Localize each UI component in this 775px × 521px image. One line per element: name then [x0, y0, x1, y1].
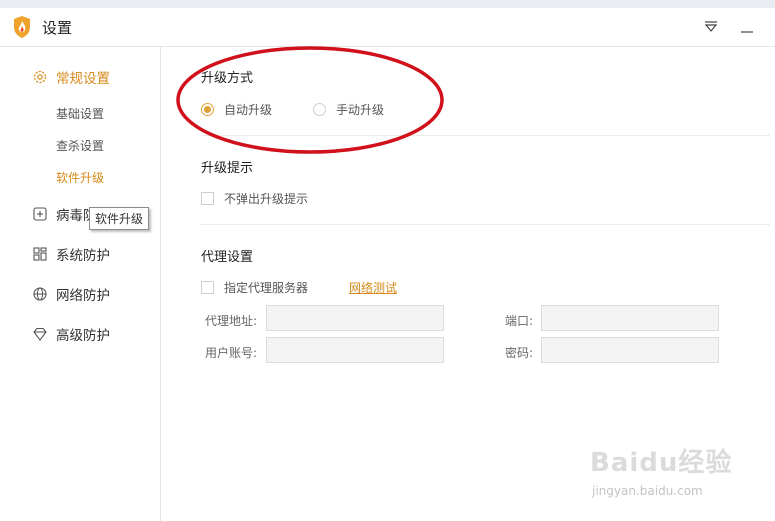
watermark-text: Baidu经验: [590, 448, 733, 478]
window-title: 设置: [42, 19, 73, 37]
port-input[interactable]: [541, 305, 719, 331]
sidebar-item-virus[interactable]: 病毒防: [32, 203, 97, 225]
proxy-address-input[interactable]: [266, 305, 444, 331]
sidebar: 常规设置 基础设置 查杀设置 软件升级 病毒防 系统防护 网络防护 高级防护: [0, 47, 161, 521]
use-proxy-label: 指定代理服务器: [224, 281, 309, 295]
sidebar-item-label: 高级防护: [56, 328, 110, 344]
upgrade-mode-title: 升级方式: [201, 71, 254, 86]
checkbox-box: [201, 281, 214, 294]
user-account-label: 用户账号:: [205, 346, 258, 360]
use-proxy-checkbox[interactable]: 指定代理服务器: [201, 279, 308, 296]
tooltip: 软件升级: [89, 207, 150, 230]
user-account-input[interactable]: [266, 337, 444, 363]
password-label: 密码:: [505, 346, 534, 360]
flame-shield-logo-icon: [14, 16, 30, 38]
sidebar-item-network[interactable]: 网络防护: [32, 283, 110, 305]
globe-icon: [33, 287, 47, 301]
upgrade-notice-title: 升级提示: [201, 161, 254, 176]
watermark-subtext: jingyan.baidu.com: [592, 484, 703, 498]
diamond-icon: [33, 327, 47, 341]
manual-upgrade-label: 手动升级: [336, 103, 385, 117]
proxy-title: 代理设置: [201, 250, 254, 265]
sidebar-item-label: 常规设置: [56, 71, 110, 87]
sidebar-item-label: 系统防护: [56, 248, 110, 264]
sidebar-sub-basic[interactable]: 基础设置: [56, 105, 104, 122]
menu-icon[interactable]: [701, 17, 721, 37]
network-test-link[interactable]: 网络测试: [349, 279, 397, 296]
manual-upgrade-radio[interactable]: 手动升级: [313, 101, 384, 118]
sidebar-item-label: 网络防护: [56, 288, 110, 304]
title-bar: 设置: [0, 8, 775, 47]
gear-icon: [33, 70, 47, 84]
sidebar-item-advanced[interactable]: 高级防护: [32, 323, 110, 345]
annotation-ellipse: [176, 46, 444, 154]
auto-upgrade-radio[interactable]: 自动升级: [201, 101, 272, 118]
divider: [201, 135, 770, 136]
checkbox-box: [201, 192, 214, 205]
no-popup-checkbox[interactable]: 不弹出升级提示: [201, 190, 308, 207]
sidebar-sub-upgrade[interactable]: 软件升级: [56, 169, 104, 186]
radio-dot: [313, 103, 326, 116]
sidebar-item-system[interactable]: 系统防护: [32, 243, 110, 265]
sidebar-sub-scan[interactable]: 查杀设置: [56, 137, 104, 154]
radio-dot: [201, 103, 214, 116]
watermark: Baidu经验 jingyan.baidu.com: [590, 436, 740, 508]
minimize-icon[interactable]: [737, 17, 757, 37]
proxy-address-label: 代理地址:: [205, 314, 258, 328]
grid-icon: [33, 247, 47, 261]
no-popup-label: 不弹出升级提示: [224, 192, 309, 206]
sidebar-item-general[interactable]: 常规设置: [32, 66, 110, 88]
auto-upgrade-label: 自动升级: [224, 103, 273, 117]
plus-square-icon: [33, 207, 47, 221]
password-input[interactable]: [541, 337, 719, 363]
port-label: 端口:: [505, 314, 534, 328]
divider: [201, 224, 770, 225]
